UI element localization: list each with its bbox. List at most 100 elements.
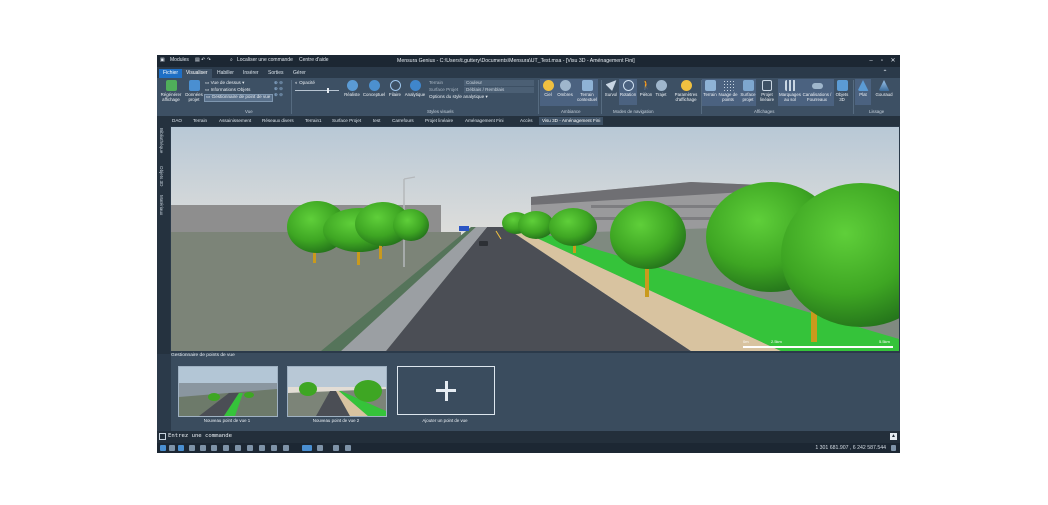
expand-icon[interactable]: ▲: [890, 433, 897, 440]
tab-inserer[interactable]: Insérer: [239, 69, 263, 78]
command-input[interactable]: Entrez une commande: [168, 433, 232, 439]
save-icon[interactable]: ▤ ↶ ↷: [195, 57, 211, 63]
style-filaire-button[interactable]: Filaire: [387, 80, 403, 97]
project-data-button[interactable]: Données projet: [184, 80, 204, 102]
top-view-dropdown[interactable]: ▭ Vue de dessus ▾: [205, 80, 244, 86]
opacity-slider-thumb[interactable]: [327, 88, 329, 93]
tracking-icon[interactable]: [259, 445, 265, 451]
add-viewpoint-label[interactable]: Ajouter un point de vue: [396, 418, 494, 423]
shadows-button[interactable]: Ombres: [556, 80, 574, 97]
road-markings-button[interactable]: Marquages au sol: [779, 80, 801, 102]
rotate-icon[interactable]: [223, 445, 229, 451]
terrain-display-button[interactable]: Terrain: [703, 80, 717, 97]
side-tab-bibliotheque[interactable]: Bibliothèque: [159, 128, 164, 153]
ribbon-collapse-icon[interactable]: ⌃: [881, 69, 889, 77]
tab-sorties[interactable]: Sorties: [264, 69, 288, 78]
display-params-button[interactable]: Paramètres d'affichage: [672, 80, 700, 102]
plane-icon: [605, 80, 617, 91]
viewpoint-thumbnail-1[interactable]: [178, 366, 278, 417]
terrain-display-icon: [704, 80, 716, 91]
polar-icon[interactable]: [189, 445, 195, 451]
osnap-icon[interactable]: [211, 445, 217, 451]
flyover-button[interactable]: Survol: [603, 80, 619, 97]
doc-tab-terrain1[interactable]: Terrain1: [305, 117, 322, 125]
context-terrain-button[interactable]: Terrain contextuel: [575, 80, 599, 102]
rotation-button[interactable]: Rotation: [619, 79, 637, 105]
terrain-style-label: Terrain: [429, 80, 444, 85]
surface-style-select[interactable]: Déblais / Remblais: [464, 87, 534, 93]
pin-icon[interactable]: [283, 445, 289, 451]
ortho-icon[interactable]: [178, 445, 184, 451]
pedestrian-button[interactable]: 🚶 Piéton: [638, 80, 654, 97]
viewpoint-label-2[interactable]: Nouveau point de vue 2: [287, 418, 385, 423]
arc-icon[interactable]: [247, 445, 253, 451]
3d-viewport[interactable]: 0m 2.5km 5.5km: [171, 127, 899, 351]
terrain-style-select[interactable]: Couleur: [464, 80, 534, 86]
zoom-icons[interactable]: ⊕ ⊖ ⊕ ⊖ ⊕ ⊖: [274, 80, 283, 97]
doc-tab-projet-lineaire[interactable]: Projet linéaire: [425, 117, 453, 125]
layout-icon[interactable]: [302, 445, 312, 451]
doc-tab-dao[interactable]: DAO: [172, 117, 182, 125]
image-icon[interactable]: [333, 445, 339, 451]
style-conceptuel-button[interactable]: Conceptuel: [362, 80, 386, 97]
style-realiste-button[interactable]: Réaliste: [343, 80, 361, 97]
style-analytique-button[interactable]: Analytique: [404, 80, 426, 97]
object-info-button[interactable]: ▭ Informations Objets: [205, 87, 250, 93]
opacity-control[interactable]: ◐ Opacité: [295, 80, 315, 86]
grid-icon[interactable]: [169, 445, 175, 451]
tab-fichier[interactable]: Fichier: [159, 69, 183, 78]
point-icon[interactable]: [235, 445, 241, 451]
viewpoint-manager-button[interactable]: ▭ Gestionnaire de point de vue: [206, 94, 270, 100]
help-center[interactable]: Centre d'aide: [299, 57, 329, 63]
settings-icon[interactable]: [345, 445, 351, 451]
doc-tab-acces[interactable]: Accès: [520, 117, 533, 125]
viewpoint-label-1[interactable]: Nouveau point de vue 1: [178, 418, 276, 423]
minimize-icon[interactable]: –: [867, 57, 875, 65]
angle-icon[interactable]: [200, 445, 206, 451]
side-tab-objets3d[interactable]: Objets 3D: [159, 166, 164, 186]
conceptual-style-icon: [368, 80, 380, 91]
command-search[interactable]: Localiser une commande: [237, 57, 293, 63]
tab-habiller[interactable]: Habiller: [213, 69, 238, 78]
surface-display-button[interactable]: Surface projet: [739, 80, 757, 102]
walk-icon: 🚶: [640, 80, 652, 90]
sky-button[interactable]: Ciel: [541, 80, 555, 97]
maximize-icon[interactable]: ▫: [878, 57, 886, 65]
group-label-ambiance: Ambiance: [561, 109, 581, 114]
rotate-icon: [622, 80, 634, 91]
pipes-button[interactable]: Canalisations / Fourreaux: [802, 80, 832, 102]
viewpoint-1-preview: [179, 367, 277, 416]
doc-tab-carrefours[interactable]: Carrefours: [392, 117, 414, 125]
side-tab-materiaux[interactable]: Matériaux: [159, 195, 164, 215]
status-bar: 1 301 681.907 , 6 242 587.544: [157, 443, 900, 453]
tab-gerer[interactable]: Gérer: [289, 69, 310, 78]
viewpoint-thumbnail-2[interactable]: [287, 366, 387, 417]
doc-tab-reseaux[interactable]: Réseaux divers: [262, 117, 294, 125]
path-button[interactable]: Trajet: [654, 80, 668, 97]
close-icon[interactable]: ✕: [889, 57, 897, 65]
modules-menu[interactable]: Modules: [170, 57, 189, 63]
gouraud-icon: [878, 80, 890, 91]
add-viewpoint-button[interactable]: [397, 366, 495, 415]
analytic-options-dropdown[interactable]: Options du style analytique ▾: [429, 94, 488, 100]
point-cloud-button[interactable]: Nuage de points: [718, 80, 738, 102]
opacity-slider[interactable]: [295, 90, 339, 91]
tab-visualiser[interactable]: Visualiser: [182, 69, 212, 78]
objects3d-button[interactable]: Objets 3D: [834, 80, 850, 102]
doc-tab-surface-projet[interactable]: Surface Projet: [332, 117, 361, 125]
tree-crown: [393, 209, 429, 241]
doc-tab-visu3d[interactable]: Visu 3D - Aménagement Fini: [539, 117, 604, 125]
search-icon[interactable]: ⌕: [230, 57, 233, 63]
doc-tab-test[interactable]: test: [373, 117, 380, 125]
snap-icon[interactable]: [160, 445, 166, 451]
doc-tab-assainissement[interactable]: Assainissement: [219, 117, 251, 125]
gouraud-shading-button[interactable]: Gouraud: [872, 80, 896, 97]
doc-tab-amenagement-fini[interactable]: Aménagement Fini: [465, 117, 504, 125]
status-menu-icon[interactable]: [891, 445, 896, 451]
regenerate-button[interactable]: Régénérer affichage: [159, 80, 183, 102]
layer-icon[interactable]: [317, 445, 323, 451]
doc-tab-terrain[interactable]: Terrain: [193, 117, 207, 125]
measure-icon[interactable]: [271, 445, 277, 451]
linear-project-button[interactable]: Projet linéaire: [758, 80, 776, 102]
flat-shading-button[interactable]: Plat: [855, 79, 871, 105]
